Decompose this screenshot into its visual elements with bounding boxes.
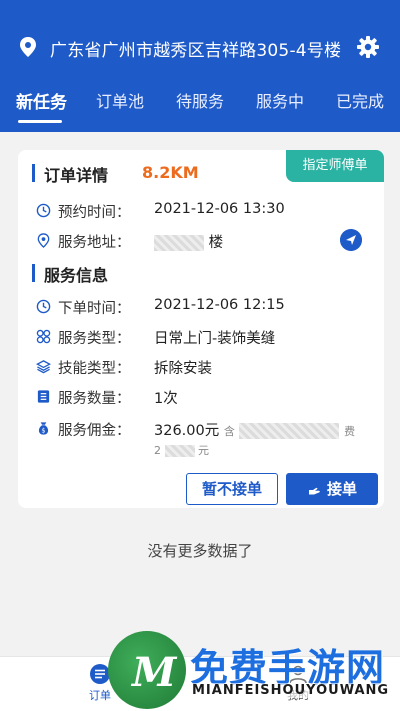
order-time-value: 2021-12-06 12:15 bbox=[154, 297, 285, 313]
redacted-fee-amount bbox=[164, 445, 195, 457]
accept-label: 接单 bbox=[326, 480, 357, 498]
commission-subline: 2 元 bbox=[154, 442, 209, 458]
watermark-logo: M bbox=[108, 631, 186, 709]
watermark-subtitle: MIANFEISHOUYOUWANG bbox=[192, 683, 390, 698]
order-time-label: 下单时间： bbox=[58, 301, 131, 317]
status-tabs: 新任务 订单池 待服务 服务中 已完成 bbox=[0, 88, 400, 124]
site-watermark: M 免费手游网 MIANFEISHOUYOUWANG bbox=[100, 625, 400, 711]
service-type-label: 服务类型： bbox=[58, 331, 131, 347]
skill-type-label: 技能类型： bbox=[58, 361, 131, 377]
location-row[interactable]: 广东省广州市越秀区吉祥路305-4号楼 bbox=[0, 26, 400, 70]
commission-sub-suffix: 元 bbox=[198, 444, 209, 457]
service-type-value: 日常上门-装饰美缝 bbox=[154, 331, 276, 347]
location-icon bbox=[37, 233, 50, 248]
skill-type-row: 技能类型： 拆除安装 bbox=[36, 356, 376, 380]
watermark-logo-letter: M bbox=[132, 649, 177, 696]
tab-completed[interactable]: 已完成 bbox=[336, 88, 384, 112]
appointment-value: 2021-12-06 13:30 bbox=[154, 201, 285, 217]
tab-order-pool[interactable]: 订单池 bbox=[96, 88, 144, 112]
category-icon bbox=[36, 329, 51, 344]
section-accent-bar bbox=[32, 164, 35, 182]
service-type-row: 服务类型： 日常上门-装饰美缝 bbox=[36, 326, 376, 350]
commission-label: 服务佣金： bbox=[58, 423, 131, 439]
tab-new-tasks[interactable]: 新任务 bbox=[16, 88, 67, 113]
redacted-address bbox=[154, 235, 204, 251]
money-bag-icon: $ bbox=[38, 422, 49, 435]
commission-note-prefix: 含 bbox=[223, 425, 235, 438]
clock-icon bbox=[36, 299, 51, 314]
commission-value: 326.00元 含 费 bbox=[154, 419, 355, 440]
hand-icon bbox=[308, 487, 320, 495]
service-address-row: 服务地址： 楼 bbox=[36, 229, 376, 254]
order-card[interactable]: 指定师傅单 订单详情 8.2KM 预约时间： 2021-12-06 13:30 … bbox=[18, 150, 384, 508]
clock-icon bbox=[36, 203, 51, 218]
redacted-fee-detail bbox=[239, 423, 340, 439]
svg-text:$: $ bbox=[41, 427, 45, 435]
order-details-title: 订单详情 bbox=[44, 166, 109, 185]
quantity-row: 服务数量： 1次 bbox=[36, 386, 376, 410]
active-tab-indicator bbox=[18, 120, 62, 123]
layers-icon bbox=[36, 360, 51, 374]
app-header: 广东省广州市越秀区吉祥路305-4号楼 新任务 订单池 待服务 服务中 已完成 bbox=[0, 0, 400, 132]
assigned-master-badge: 指定师傅单 bbox=[286, 150, 384, 182]
order-time-row: 下单时间： 2021-12-06 12:15 bbox=[36, 296, 376, 320]
commission-note-suffix: 费 bbox=[344, 425, 356, 438]
commission-sub-prefix: 2 bbox=[154, 444, 161, 457]
order-details-header: 订单详情 8.2KM bbox=[32, 162, 292, 185]
decline-order-button[interactable]: 暂不接单 bbox=[186, 473, 278, 505]
service-address-label: 服务地址： bbox=[58, 235, 131, 251]
skill-type-value: 拆除安装 bbox=[154, 361, 212, 377]
service-info-header: 服务信息 bbox=[32, 262, 232, 285]
map-pin-icon bbox=[20, 37, 36, 57]
gear-icon[interactable] bbox=[356, 35, 380, 59]
list-icon bbox=[37, 390, 50, 403]
section-accent-bar bbox=[32, 264, 35, 282]
appointment-label: 预约时间： bbox=[58, 205, 131, 221]
address-tail: 楼 bbox=[208, 235, 224, 251]
commission-amount: 326.00元 bbox=[154, 423, 220, 439]
list-end-message: 没有更多数据了 bbox=[147, 542, 253, 560]
appointment-row: 预约时间： 2021-12-06 13:30 bbox=[36, 200, 376, 224]
quantity-value: 1次 bbox=[154, 391, 178, 407]
tab-in-service[interactable]: 服务中 bbox=[256, 88, 304, 112]
service-address-value: 楼 bbox=[154, 231, 223, 252]
tab-pending-service[interactable]: 待服务 bbox=[176, 88, 224, 112]
distance-value: 8.2KM bbox=[142, 163, 199, 182]
navigate-icon[interactable] bbox=[340, 229, 362, 251]
accept-order-button[interactable]: 接单 bbox=[286, 473, 378, 505]
commission-row: $ 服务佣金： 326.00元 含 费 2 元 bbox=[36, 418, 376, 462]
quantity-label: 服务数量： bbox=[58, 391, 131, 407]
current-address: 广东省广州市越秀区吉祥路305-4号楼 bbox=[50, 41, 342, 61]
service-info-title: 服务信息 bbox=[44, 266, 109, 285]
